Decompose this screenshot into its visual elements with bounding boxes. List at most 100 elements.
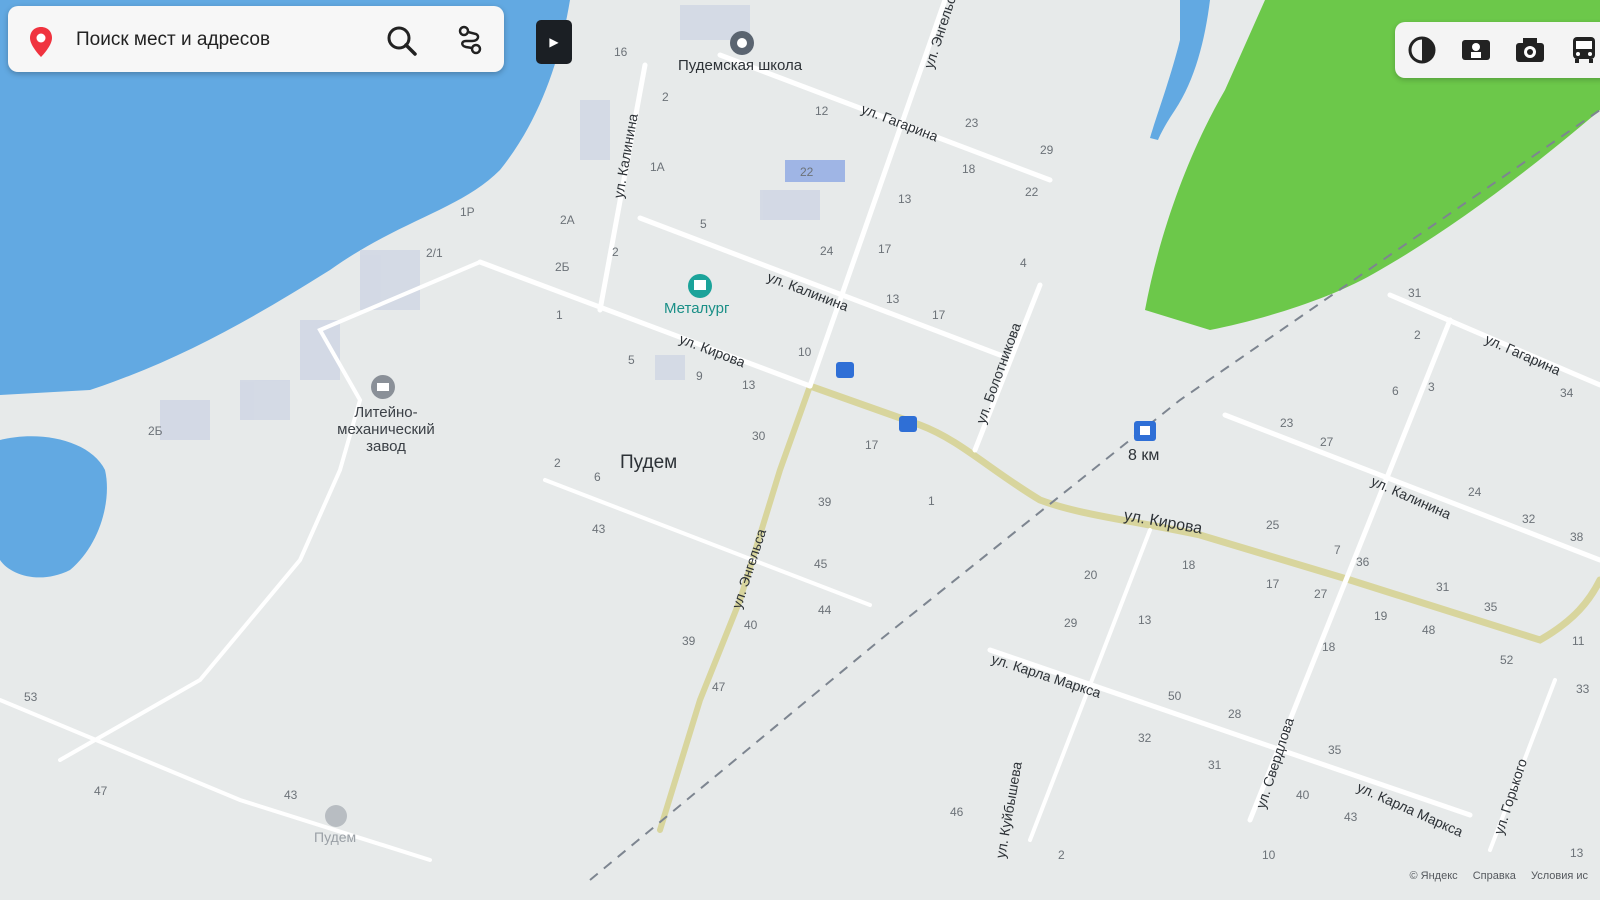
house-number: 5 xyxy=(700,217,707,231)
house-number: 1 xyxy=(928,494,935,508)
transport-icon[interactable] xyxy=(1567,34,1600,66)
house-number: 11 xyxy=(1572,634,1585,648)
house-number: 47 xyxy=(712,680,726,694)
house-number: 40 xyxy=(744,618,758,632)
house-number: 29 xyxy=(1040,143,1054,157)
house-number: 1Р xyxy=(460,205,475,219)
route-icon[interactable] xyxy=(452,24,488,56)
map-canvas[interactable] xyxy=(0,0,1600,900)
house-number: 23 xyxy=(965,116,979,130)
house-number: 6 xyxy=(594,470,601,484)
house-number: 22 xyxy=(1025,185,1039,199)
house-number: 25 xyxy=(1266,518,1280,532)
school-label[interactable]: Пудемская школа xyxy=(678,57,802,74)
settlement-label: Пудем xyxy=(620,452,678,473)
panorama-icon[interactable] xyxy=(1459,34,1493,66)
school-marker[interactable] xyxy=(730,31,754,55)
search-input[interactable] xyxy=(74,24,368,56)
house-number: 13 xyxy=(742,378,756,392)
house-number: 10 xyxy=(798,345,812,359)
house-number: 43 xyxy=(1344,810,1358,824)
house-number: 46 xyxy=(950,805,964,819)
house-number: 29 xyxy=(1064,616,1078,630)
house-number: 20 xyxy=(1084,568,1098,582)
house-number: 31 xyxy=(1208,758,1222,772)
factory-marker[interactable] xyxy=(371,375,395,399)
house-number: 52 xyxy=(1500,653,1514,667)
house-number: 34 xyxy=(1560,386,1574,400)
house-number: 18 xyxy=(1322,640,1336,654)
copyright-text[interactable]: © Яндекс xyxy=(1410,870,1458,882)
house-number: 2Б xyxy=(148,424,163,438)
house-number: 47 xyxy=(94,784,108,798)
camera-icon[interactable] xyxy=(1513,34,1547,66)
house-number: 2/1 xyxy=(426,246,443,260)
map-footer: © Яндекс Справка Условия ис xyxy=(1410,870,1600,882)
collapse-panel-button[interactable]: ▶ xyxy=(536,20,572,64)
house-number: 2 xyxy=(554,456,561,470)
house-number: 44 xyxy=(818,603,832,617)
house-number: 32 xyxy=(1138,731,1152,745)
house-number: 38 xyxy=(1570,530,1584,544)
chevron-right-icon: ▶ xyxy=(549,35,559,49)
house-number: 39 xyxy=(818,495,832,509)
house-number: 39 xyxy=(682,634,696,648)
factory-label[interactable]: Литейно-механический завод xyxy=(326,404,446,455)
house-number: 5 xyxy=(628,353,635,367)
map-pin-icon xyxy=(30,27,52,57)
search-bar[interactable] xyxy=(8,6,504,72)
house-number: 17 xyxy=(865,438,879,452)
house-number: 28 xyxy=(1228,707,1242,721)
house-number: 17 xyxy=(932,308,946,322)
layers-icon[interactable] xyxy=(1405,34,1439,66)
terms-link[interactable]: Условия ис xyxy=(1531,870,1588,882)
house-number: 36 xyxy=(1356,555,1370,569)
house-number: 17 xyxy=(878,242,892,256)
stadium-marker[interactable] xyxy=(688,274,712,298)
house-number: 35 xyxy=(1328,743,1342,757)
house-number: 45 xyxy=(814,557,828,571)
house-number: 22 xyxy=(800,165,814,179)
house-number: 2 xyxy=(1058,848,1065,862)
house-number: 48 xyxy=(1422,623,1436,637)
station-label[interactable]: 8 км xyxy=(1128,447,1159,465)
house-number: 2А xyxy=(560,213,575,227)
house-number: 13 xyxy=(1570,846,1584,860)
house-number: 2Б xyxy=(555,260,570,274)
house-number: 32 xyxy=(1522,512,1536,526)
house-number: 2 xyxy=(1414,328,1421,342)
train-station-marker[interactable] xyxy=(1134,421,1156,441)
house-number: 33 xyxy=(1576,682,1590,696)
house-number: 2 xyxy=(612,245,619,259)
house-number: 27 xyxy=(1320,435,1334,449)
house-number: 43 xyxy=(284,788,298,802)
house-number: 24 xyxy=(1468,485,1482,499)
house-number: 35 xyxy=(1484,600,1498,614)
house-number: 30 xyxy=(752,429,766,443)
house-number: 17 xyxy=(1266,577,1280,591)
house-number: 40 xyxy=(1296,788,1310,802)
house-number: 10 xyxy=(1262,848,1276,862)
house-number: 13 xyxy=(886,292,900,306)
house-number: 31 xyxy=(1408,286,1422,300)
search-icon[interactable] xyxy=(384,24,420,56)
house-number: 43 xyxy=(592,522,606,536)
help-link[interactable]: Справка xyxy=(1473,870,1516,882)
house-number: 9 xyxy=(696,369,703,383)
map-layers-panel xyxy=(1395,22,1600,78)
house-number: 2 xyxy=(662,90,669,104)
station-west-marker[interactable] xyxy=(325,805,347,827)
house-number: 6 xyxy=(1392,384,1399,398)
house-number: 13 xyxy=(898,192,912,206)
house-number: 18 xyxy=(962,162,976,176)
house-number: 3 xyxy=(1428,380,1435,394)
house-number: 24 xyxy=(820,244,834,258)
house-number: 7 xyxy=(1334,543,1341,557)
house-number: 4 xyxy=(1020,256,1027,270)
station-west-label[interactable]: Пудем xyxy=(314,829,356,845)
house-number: 13 xyxy=(1138,613,1152,627)
house-number: 53 xyxy=(24,690,38,704)
stadium-label[interactable]: Металург xyxy=(664,300,729,317)
house-number: 1 xyxy=(556,308,563,322)
house-number: 23 xyxy=(1280,416,1294,430)
